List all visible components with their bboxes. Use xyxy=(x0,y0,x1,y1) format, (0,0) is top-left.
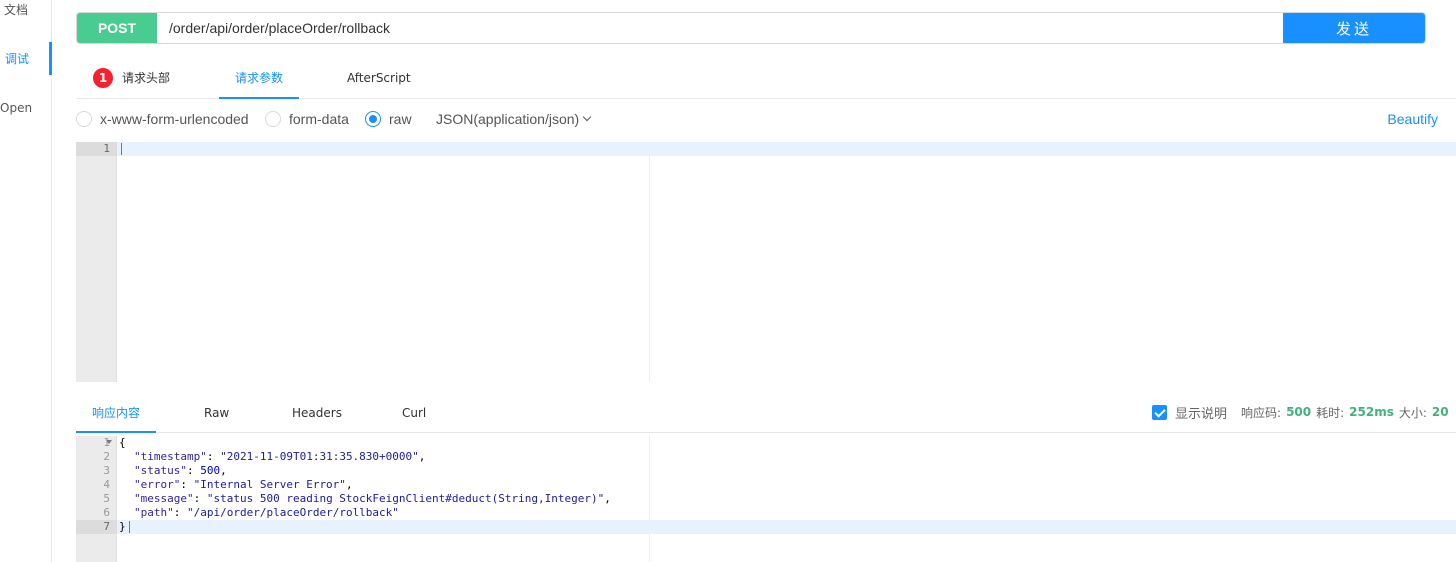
radio-circle-checked xyxy=(365,111,381,127)
json-field: "status": 500, xyxy=(134,464,227,477)
chevron-down-icon xyxy=(582,112,592,122)
size-label: 大小: xyxy=(1398,405,1427,420)
size-value: 20 xyxy=(1431,405,1449,419)
headers-count-badge: 1 xyxy=(92,66,114,89)
json-field: "path": "/api/order/placeOrder/rollback" xyxy=(134,506,399,519)
content-type-select[interactable]: JSON(application/json) xyxy=(436,108,592,130)
json-key: "message" xyxy=(134,492,194,505)
content-type-value: JSON(application/json) xyxy=(436,111,580,127)
line-number: 6 xyxy=(103,506,110,519)
sidebar-item-docs[interactable]: 文档 xyxy=(4,1,56,18)
json-key: "path" xyxy=(134,506,174,519)
json-field: "timestamp": "2021-11-09T01:31:35.830+00… xyxy=(134,450,426,463)
tab-response-headers-label: Headers xyxy=(292,405,342,420)
json-value: 500 xyxy=(200,464,221,477)
tab-response-content-label: 响应内容 xyxy=(92,406,141,420)
status-code-label: 响应码: xyxy=(1241,405,1282,420)
request-body-editor[interactable]: 1 xyxy=(76,142,1456,382)
json-field: "message": "status 500 reading StockFeig… xyxy=(134,492,611,505)
time-label: 耗时: xyxy=(1316,405,1345,420)
editor-line: 4 "error": "Internal Server Error", xyxy=(76,478,1456,492)
json-value: "Internal Server Error" xyxy=(193,478,346,491)
editor-gutter xyxy=(76,142,117,382)
time-value: 252ms xyxy=(1349,405,1394,419)
line-number: 3 xyxy=(103,464,110,477)
sidebar-item-open[interactable]: Open xyxy=(0,101,52,115)
json-close-brace: } xyxy=(119,520,126,533)
editor-line: 7 } xyxy=(76,520,1456,534)
text-cursor xyxy=(121,143,122,155)
response-meta: 显示说明 响应码: 500 耗时: 252ms 大小: 20 xyxy=(1152,403,1454,422)
active-tab-indicator xyxy=(76,431,156,433)
editor-line: 3 "status": 500, xyxy=(76,464,1456,478)
body-type-selector: x-www-form-urlencoded form-data raw JSON… xyxy=(76,108,1446,130)
json-value: "/api/order/placeOrder/rollback" xyxy=(187,506,399,519)
request-tabs: 1 请求头部 请求参数 AfterScript xyxy=(76,56,1456,99)
show-description-checkbox[interactable] xyxy=(1152,404,1167,420)
json-open-brace: { xyxy=(119,436,126,449)
radio-form-data[interactable]: form-data xyxy=(265,108,349,130)
http-method-badge[interactable]: POST xyxy=(77,13,157,43)
radio-raw-label: raw xyxy=(389,111,412,127)
tab-request-headers-label: 请求头部 xyxy=(122,71,171,85)
request-url-bar: POST 发送 xyxy=(76,12,1426,44)
json-value: "status 500 reading StockFeignClient#ded… xyxy=(206,492,605,505)
send-button[interactable]: 发送 xyxy=(1283,13,1425,43)
fold-arrow-icon[interactable] xyxy=(106,440,112,444)
tab-request-params-label: 请求参数 xyxy=(235,71,284,85)
editor-line: 6 "path": "/api/order/placeOrder/rollbac… xyxy=(76,506,1456,520)
radio-circle xyxy=(265,111,281,127)
json-key: "error" xyxy=(134,478,181,491)
editor-line: 2 "timestamp": "2021-11-09T01:31:35.830+… xyxy=(76,450,1456,464)
radio-raw[interactable]: raw xyxy=(365,108,412,130)
print-margin xyxy=(649,142,650,382)
json-key: "status" xyxy=(134,464,187,477)
status-code-value: 500 xyxy=(1286,405,1312,419)
tab-response-content[interactable]: 响应内容 xyxy=(92,391,140,434)
beautify-button[interactable]: Beautify xyxy=(1387,108,1438,130)
response-body-editor[interactable]: 1 { 2 "timestamp": "2021-11-09T01:31:35.… xyxy=(76,436,1456,562)
radio-urlencoded-label: x-www-form-urlencoded xyxy=(100,111,249,127)
editor-line: 1 xyxy=(76,142,1456,156)
show-description-label: 显示说明 xyxy=(1175,406,1228,422)
tab-response-raw[interactable]: Raw xyxy=(204,391,229,434)
json-value: "2021-11-09T01:31:35.830+0000" xyxy=(220,450,419,463)
tab-request-headers[interactable]: 1 请求头部 xyxy=(92,56,170,99)
radio-form-data-label: form-data xyxy=(289,111,349,127)
sidebar-item-debug[interactable]: 调试 xyxy=(5,50,57,67)
url-input[interactable] xyxy=(157,13,1283,43)
text-cursor xyxy=(129,521,130,533)
tab-afterscript[interactable]: AfterScript xyxy=(347,56,411,99)
line-number: 7 xyxy=(76,520,117,534)
line-number: 1 xyxy=(76,142,117,156)
tab-afterscript-label: AfterScript xyxy=(347,70,411,85)
tab-response-curl-label: Curl xyxy=(402,405,427,420)
tab-response-headers[interactable]: Headers xyxy=(292,391,342,434)
tab-request-params[interactable]: 请求参数 xyxy=(235,56,283,99)
editor-line: 1 { xyxy=(76,436,1456,450)
json-field: "error": "Internal Server Error", xyxy=(134,478,353,491)
radio-urlencoded[interactable]: x-www-form-urlencoded xyxy=(76,108,249,130)
radio-circle xyxy=(76,111,92,127)
line-number: 1 xyxy=(103,436,110,449)
json-key: "timestamp" xyxy=(134,450,207,463)
tab-response-raw-label: Raw xyxy=(204,405,230,420)
line-number: 4 xyxy=(103,478,110,491)
tab-response-curl[interactable]: Curl xyxy=(402,391,426,434)
active-tab-indicator xyxy=(219,97,299,99)
editor-line: 5 "message": "status 500 reading StockFe… xyxy=(76,492,1456,506)
left-sidebar: 文档 调试 Open xyxy=(0,0,52,562)
line-number: 2 xyxy=(103,450,110,463)
line-number: 5 xyxy=(103,492,110,505)
